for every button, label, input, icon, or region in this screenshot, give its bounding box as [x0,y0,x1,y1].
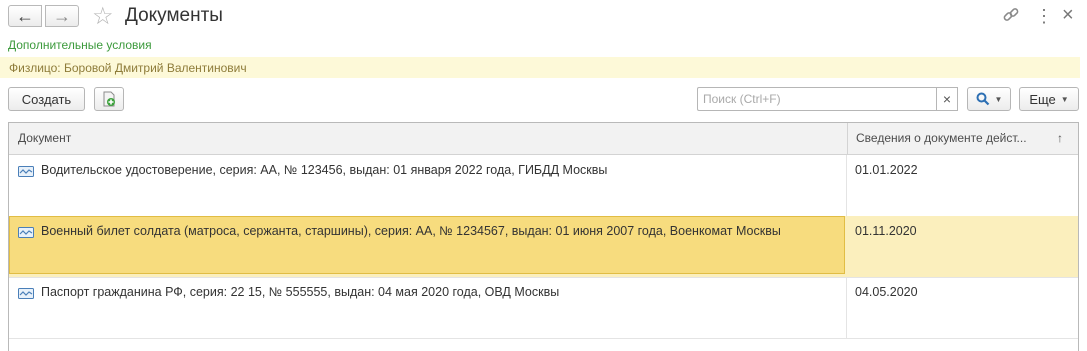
more-button-label: Еще [1029,91,1056,107]
document-cell: Водительское удостоверение, серия: АА, №… [41,163,608,177]
column-divider [846,277,847,338]
search-clear-button[interactable]: × [936,87,958,111]
close-icon[interactable]: × [1062,4,1074,27]
add-copy-button[interactable] [94,87,124,111]
chevron-down-icon: ▼ [1060,94,1069,104]
create-button[interactable]: Создать [8,87,85,111]
back-button[interactable]: ← [8,5,42,27]
title-bar: ← → ☆ Документы ⋮ × [0,0,1087,34]
arrow-right-icon: → [53,5,71,26]
page-title: Документы [125,5,223,26]
document-card-icon [18,166,34,177]
table-row[interactable]: Водительское удостоверение, серия: АА, №… [9,155,1078,217]
clear-icon: × [942,91,952,107]
search-input[interactable] [697,87,937,111]
add-document-icon [103,91,115,107]
table-row[interactable]: Паспорт гражданина РФ, серия: 22 15, № 5… [9,277,1078,339]
date-cell: 04.05.2020 [855,285,918,299]
document-card-icon [18,227,34,238]
arrow-left-icon: ← [16,5,34,26]
column-header-details[interactable]: Сведения о документе дейст... ↑ [847,123,1077,154]
link-icon[interactable] [1002,6,1020,29]
date-cell: 01.01.2022 [855,163,918,177]
column-header-details-label: Сведения о документе дейст... [856,131,1027,145]
filter-bar: Физлицо: Боровой Дмитрий Валентинович [0,57,1080,78]
table-header: Документ Сведения о документе дейст... ↑ [9,123,1078,155]
document-cell: Паспорт гражданина РФ, серия: 22 15, № 5… [41,285,560,299]
documents-table: Документ Сведения о документе дейст... ↑… [8,122,1079,351]
more-vertical-icon[interactable]: ⋮ [1035,6,1053,26]
table-row-selected[interactable]: Военный билет солдата (матроса, сержанта… [9,216,1078,278]
column-header-document[interactable]: Документ [18,123,71,154]
document-cell: Военный билет солдата (матроса, сержанта… [41,224,781,238]
search-button[interactable]: ▼ [967,87,1011,111]
sort-ascending-icon: ↑ [1057,131,1063,145]
chevron-down-icon: ▼ [994,94,1003,104]
filter-text: Физлицо: Боровой Дмитрий Валентинович [9,61,247,75]
document-card-icon [18,288,34,299]
additional-conditions-link[interactable]: Дополнительные условия [8,38,152,52]
search-icon [976,92,989,106]
star-icon[interactable]: ☆ [92,2,114,31]
column-divider [846,155,847,216]
more-button[interactable]: Еще ▼ [1019,87,1079,111]
date-cell: 01.11.2020 [855,224,917,238]
forward-button[interactable]: → [45,5,79,27]
